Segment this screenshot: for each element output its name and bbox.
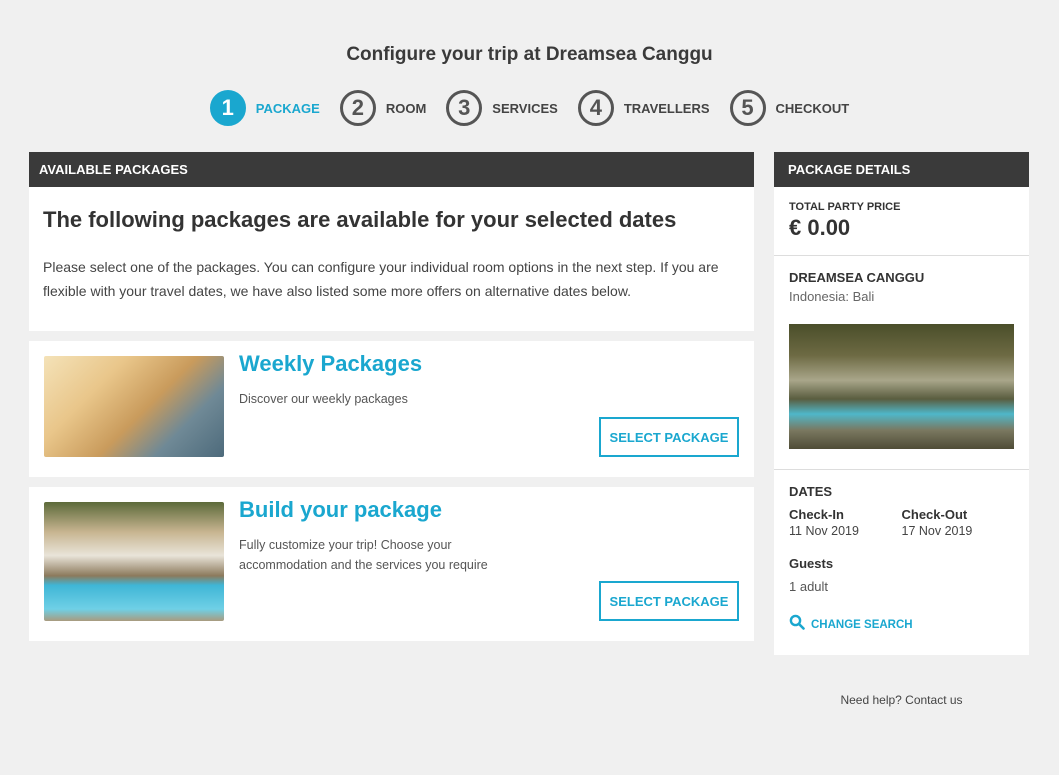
hotel-name: DREAMSEA CANGGU xyxy=(789,270,925,285)
price-block: TOTAL PARTY PRICE € 0.00 xyxy=(774,187,1029,255)
checkin-col: Check-In 11 Nov 2019 xyxy=(789,507,902,538)
step-number: 2 xyxy=(339,90,376,126)
step-number: 1 xyxy=(209,90,246,126)
package-title[interactable]: Build your package xyxy=(239,497,442,523)
pool-image xyxy=(44,502,224,621)
step-label: ROOM xyxy=(385,100,427,116)
date-grid: Check-In 11 Nov 2019 Check-Out 17 Nov 20… xyxy=(789,507,1014,538)
total-price: € 0.00 xyxy=(789,215,851,240)
step-checkout[interactable]: 5 CHECKOUT xyxy=(729,90,850,126)
package-details-panel: PACKAGE DETAILS TOTAL PARTY PRICE € 0.00… xyxy=(774,152,1029,655)
step-label: SERVICES xyxy=(492,100,558,116)
help-link[interactable]: Need help? Contact us xyxy=(774,693,1029,707)
step-number: 3 xyxy=(446,90,483,126)
intro-title: The following packages are available for… xyxy=(43,207,677,232)
package-card-build: Build your package Fully customize your … xyxy=(29,487,754,641)
select-package-button[interactable]: SELECT PACKAGE xyxy=(599,417,739,457)
guests-label: Guests xyxy=(789,556,834,571)
hotel-image xyxy=(789,324,1014,449)
package-card-weekly: Weekly Packages Discover our weekly pack… xyxy=(29,341,754,477)
page-title: Configure your trip at Dreamsea Canggu xyxy=(346,44,713,65)
checkout-label: Check-Out xyxy=(901,507,968,522)
checkout-col: Check-Out 17 Nov 2019 xyxy=(902,507,1015,538)
search-icon xyxy=(789,614,805,635)
dates-title: DATES xyxy=(789,484,833,499)
step-travellers[interactable]: 4 TRAVELLERS xyxy=(577,90,710,126)
available-packages-panel: AVAILABLE PACKAGES The following package… xyxy=(29,152,754,641)
intro-text: Please select one of the packages. You c… xyxy=(43,259,719,299)
checkin-label: Check-In xyxy=(789,507,844,522)
select-package-button[interactable]: SELECT PACKAGE xyxy=(599,581,739,621)
package-description: Discover our weekly packages xyxy=(239,392,408,406)
step-number: 4 xyxy=(577,90,614,126)
surf-image xyxy=(44,356,224,457)
package-description: Fully customize your trip! Choose your a… xyxy=(239,538,488,572)
price-label: TOTAL PARTY PRICE xyxy=(789,201,901,213)
package-title[interactable]: Weekly Packages xyxy=(239,351,422,377)
dates-block: DATES Check-In 11 Nov 2019 Check-Out 17 … xyxy=(774,469,1029,655)
step-package[interactable]: 1 PACKAGE xyxy=(209,90,320,126)
checkout-value: 17 Nov 2019 xyxy=(901,524,973,538)
step-number: 5 xyxy=(729,90,766,126)
guests-value: 1 adult xyxy=(789,579,829,594)
hotel-location: Indonesia: Bali xyxy=(789,289,875,304)
step-room[interactable]: 2 ROOM xyxy=(339,90,427,126)
hotel-block: DREAMSEA CANGGU Indonesia: Bali xyxy=(774,255,1029,469)
step-label: CHECKOUT xyxy=(775,100,850,116)
step-label: TRAVELLERS xyxy=(623,100,710,116)
package-details-header: PACKAGE DETAILS xyxy=(774,152,1029,187)
available-packages-header: AVAILABLE PACKAGES xyxy=(29,152,754,187)
step-label: PACKAGE xyxy=(255,100,320,116)
intro-section: The following packages are available for… xyxy=(29,187,754,331)
progress-steps: 1 PACKAGE 2 ROOM 3 SERVICES 4 TRAVELLERS… xyxy=(0,90,1059,126)
change-search-link[interactable]: CHANGE SEARCH xyxy=(789,614,1014,635)
checkin-value: 11 Nov 2019 xyxy=(789,524,859,538)
change-search-label: CHANGE SEARCH xyxy=(811,618,913,631)
step-services[interactable]: 3 SERVICES xyxy=(446,90,558,126)
